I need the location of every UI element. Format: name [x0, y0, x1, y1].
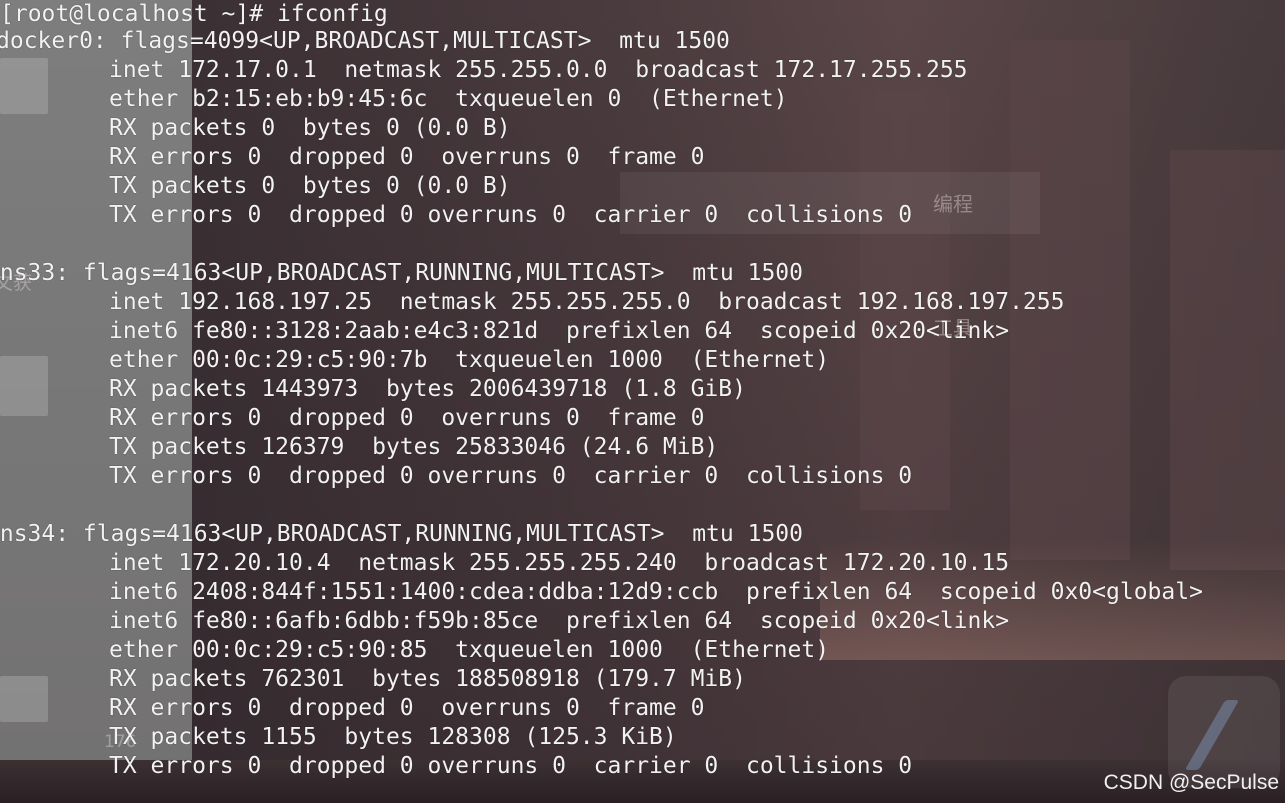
interface-header-docker0: docker0: flags=4099<UP,BROADCAST,MULTICA… — [0, 28, 730, 54]
interface-detail-line: RX errors 0 dropped 0 overruns 0 frame 0 — [109, 144, 705, 170]
interface-detail-line: ether b2:15:eb:b9:45:6c txqueuelen 0 (Et… — [109, 86, 788, 112]
interface-detail-line: TX errors 0 dropped 0 overruns 0 carrier… — [109, 202, 913, 228]
shell-prompt-line: [root@localhost ~]# ifconfig — [0, 1, 388, 27]
interface-detail-line: ether 00:0c:29:c5:90:7b txqueuelen 1000 … — [109, 347, 830, 373]
interface-detail-line: RX packets 762301 bytes 188508918 (179.7… — [109, 666, 746, 692]
interface-detail-line: TX packets 0 bytes 0 (0.0 B) — [109, 173, 511, 199]
interface-detail-line: RX errors 0 dropped 0 overruns 0 frame 0 — [109, 405, 705, 431]
interface-detail-line: inet 172.17.0.1 netmask 255.255.0.0 broa… — [109, 57, 968, 83]
interface-detail-line: inet 172.20.10.4 netmask 255.255.255.240… — [109, 550, 1010, 576]
interface-detail-line: TX packets 1155 bytes 128308 (125.3 KiB) — [109, 724, 677, 750]
interface-detail-line: RX errors 0 dropped 0 overruns 0 frame 0 — [109, 695, 705, 721]
interface-detail-line: inet6 fe80::3128:2aab:e4c3:821d prefixle… — [109, 318, 1010, 344]
interface-detail-line: inet 192.168.197.25 netmask 255.255.255.… — [109, 289, 1065, 315]
interface-detail-line: RX packets 0 bytes 0 (0.0 B) — [109, 115, 511, 141]
interface-detail-line: TX errors 0 dropped 0 overruns 0 carrier… — [109, 463, 913, 489]
watermark-text: CSDN @SecPulse — [1103, 771, 1279, 794]
interface-detail-line: ether 00:0c:29:c5:90:85 txqueuelen 1000 … — [109, 637, 830, 663]
interface-detail-line: TX errors 0 dropped 0 overruns 0 carrier… — [109, 753, 913, 779]
interface-detail-line: TX packets 126379 bytes 25833046 (24.6 M… — [109, 434, 719, 460]
interface-detail-line: inet6 2408:844f:1551:1400:cdea:ddba:12d9… — [109, 579, 1203, 605]
interface-header-ens34: ens34: flags=4163<UP,BROADCAST,RUNNING,M… — [0, 521, 803, 547]
interface-header-ens33: ens33: flags=4163<UP,BROADCAST,RUNNING,M… — [0, 260, 803, 286]
interface-detail-line: inet6 fe80::6afb:6dbb:f59b:85ce prefixle… — [109, 608, 1010, 634]
interface-detail-line: RX packets 1443973 bytes 2006439718 (1.8… — [109, 376, 746, 402]
terminal-window[interactable]: [root@localhost ~]# ifconfig docker0: fl… — [0, 0, 1285, 803]
